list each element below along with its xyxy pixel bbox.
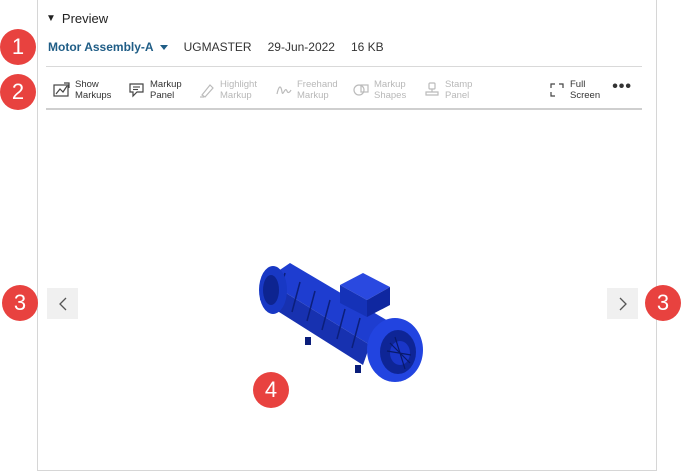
item-selector[interactable]: Motor Assembly-A bbox=[48, 40, 168, 54]
divider bbox=[46, 66, 642, 67]
collapse-triangle-icon[interactable]: ▼ bbox=[46, 13, 56, 24]
full-screen-label: Full Screen bbox=[570, 79, 601, 101]
markup-panel-label: Markup Panel bbox=[150, 79, 182, 101]
stamp-panel-button[interactable]: Stamp Panel bbox=[423, 76, 472, 104]
chevron-left-icon bbox=[58, 297, 66, 310]
stamp-panel-icon bbox=[425, 82, 439, 96]
file-info-bar: Motor Assembly-A UGMASTER 29-Jun-2022 16… bbox=[48, 38, 384, 56]
freehand-markup-label: Freehand Markup bbox=[297, 79, 338, 101]
markup-shapes-button[interactable]: Markup Shapes bbox=[352, 76, 406, 104]
callout-badge: 3 bbox=[645, 285, 681, 321]
show-markups-label: Show Markups bbox=[75, 79, 112, 101]
stamp-panel-label: Stamp Panel bbox=[445, 79, 473, 101]
callout-badge: 4 bbox=[253, 372, 289, 408]
file-date: 29-Jun-2022 bbox=[267, 40, 335, 54]
highlight-markup-button[interactable]: Highlight Markup bbox=[198, 76, 257, 104]
freehand-markup-button[interactable]: Freehand Markup bbox=[275, 76, 338, 104]
show-markups-button[interactable]: Show Markups bbox=[53, 76, 111, 104]
toolbar-divider bbox=[46, 108, 642, 110]
next-image-button[interactable] bbox=[607, 288, 638, 319]
callout-badge: 2 bbox=[0, 74, 36, 110]
markup-panel-button[interactable]: Markup Panel bbox=[128, 76, 182, 104]
preview-header[interactable]: ▼ Preview bbox=[46, 9, 108, 27]
markup-toolbar: Show Markups Markup Panel Highlight Mark… bbox=[46, 70, 642, 108]
full-screen-button[interactable]: Full Screen bbox=[548, 76, 600, 104]
callout-badge: 3 bbox=[2, 285, 38, 321]
markup-panel-icon bbox=[129, 83, 144, 98]
full-screen-icon bbox=[550, 83, 564, 97]
callout-badge: 1 bbox=[0, 29, 36, 65]
show-markups-icon bbox=[53, 82, 70, 97]
dataset-type: UGMASTER bbox=[183, 40, 252, 54]
markup-shapes-label: Markup Shapes bbox=[374, 79, 407, 101]
markup-shapes-icon bbox=[353, 84, 369, 96]
more-options-icon[interactable]: ••• bbox=[612, 79, 632, 95]
chevron-down-icon[interactable] bbox=[159, 44, 168, 50]
preview-panel: ▼ Preview Motor Assembly-A UGMASTER 29-J… bbox=[37, 0, 657, 471]
previous-image-button[interactable] bbox=[47, 288, 78, 319]
highlight-markup-label: Highlight Markup bbox=[220, 79, 257, 101]
file-size: 16 KB bbox=[350, 40, 384, 54]
freehand-markup-icon bbox=[276, 86, 292, 95]
chevron-right-icon bbox=[619, 297, 627, 310]
item-name: Motor Assembly-A bbox=[48, 40, 154, 54]
preview-title: Preview bbox=[61, 10, 109, 26]
highlight-markup-icon bbox=[200, 84, 214, 98]
